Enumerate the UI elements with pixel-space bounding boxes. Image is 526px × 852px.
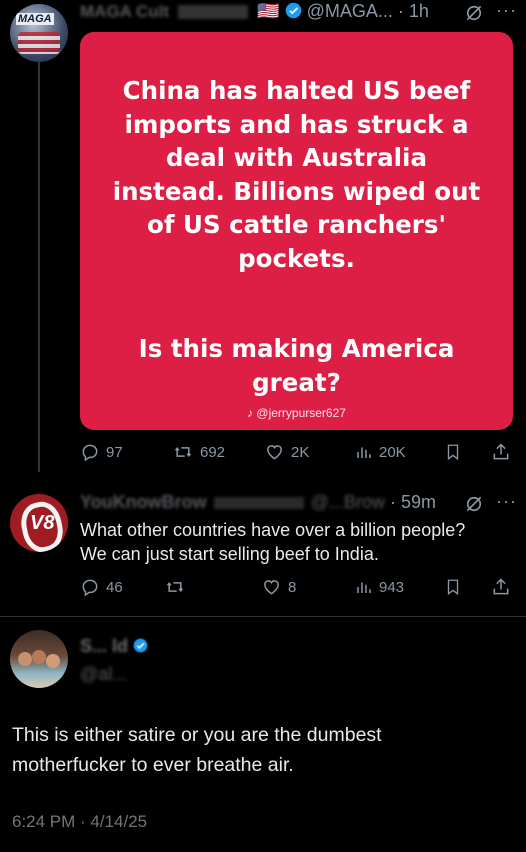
card-credit-handle: @jerrypurser627 [256, 406, 346, 420]
share-icon[interactable] [491, 577, 511, 597]
reply-count: 46 [106, 578, 123, 596]
views-count: 20K [379, 443, 406, 461]
like-button[interactable]: 8 [261, 577, 296, 597]
share-icon[interactable] [491, 442, 511, 462]
like-count: 2K [291, 443, 310, 461]
heart-icon [267, 445, 282, 460]
verified-badge-icon [133, 638, 148, 653]
reply-button[interactable]: 46 [80, 577, 123, 597]
thread-line [38, 62, 40, 472]
reply-icon [82, 579, 98, 597]
quote-line: This is either satire or you are the dum… [12, 724, 382, 746]
reply-icon [82, 444, 98, 462]
post-header: MAGA Cult 🇺🇸 @MAGA... · 1h [80, 1, 429, 22]
reply-header: YouKnowBrow @...Brow · 59m [80, 492, 436, 513]
reply-avatar[interactable]: V8 [10, 494, 68, 552]
views-icon [357, 582, 371, 593]
card-question: Is this making America great? [100, 332, 493, 399]
quote-header: S... ld [80, 636, 148, 657]
card-question-line: great? [252, 367, 341, 397]
reply-line: We can just start selling beef to India. [80, 544, 379, 564]
avatar-label: MAGA [16, 13, 54, 25]
card-main-text: China has halted US beef imports and has… [100, 74, 493, 275]
name-emoji-blur [178, 5, 249, 20]
card-line: imports and has struck a [124, 109, 469, 139]
flag-icon: 🇺🇸 [257, 1, 280, 21]
reply-time[interactable]: 59m [401, 492, 436, 512]
card-line: China has halted US beef [122, 76, 471, 105]
reply-display-name[interactable]: YouKnowBrow [80, 492, 207, 512]
timestamp[interactable]: 6:24 PM · 4/14/25 [12, 812, 147, 832]
card-line: pockets. [238, 243, 355, 273]
post-handle[interactable]: @MAGA... [307, 1, 393, 21]
post-actions: 97 692 2K 20K [80, 442, 520, 466]
heart-icon [264, 580, 279, 595]
reply-line: What other countries have over a billion… [80, 520, 466, 540]
repost-icon [166, 582, 184, 592]
tiktok-icon: ♪ [247, 406, 254, 420]
grok-icon[interactable] [464, 3, 484, 23]
card-question-line: Is this making America [138, 334, 455, 363]
avatar-person-shape [32, 650, 46, 664]
quote-text: This is either satire or you are the dum… [12, 720, 382, 780]
repost-button[interactable] [164, 577, 192, 597]
dot-separator: · [390, 492, 396, 512]
views-button[interactable]: 20K [355, 442, 406, 462]
post-time[interactable]: 1h [409, 1, 429, 21]
avatar-flag-stripes [18, 32, 60, 54]
quote-avatar[interactable] [10, 630, 68, 688]
image-card[interactable]: China has halted US beef imports and has… [80, 32, 513, 430]
repost-button[interactable]: 692 [172, 442, 225, 462]
quote-display-name[interactable]: S... ld [80, 636, 128, 656]
quote-handle[interactable]: @al... [80, 664, 127, 685]
reply-actions: 46 8 943 [80, 577, 520, 601]
card-line: of US cattle ranchers' [147, 210, 446, 239]
post-display-name[interactable]: MAGA Cult [80, 2, 169, 21]
verified-badge-icon [285, 2, 301, 19]
avatar-person-shape [18, 652, 32, 666]
views-count: 943 [379, 578, 405, 596]
grok-icon[interactable] [464, 494, 484, 514]
more-icon[interactable]: ··· [496, 0, 517, 21]
quote-line: motherfucker to ever breathe air. [12, 754, 294, 776]
reply-button[interactable]: 97 [80, 442, 123, 462]
repost-icon [174, 447, 192, 457]
dot-separator: · [397, 1, 404, 21]
bookmark-icon[interactable] [444, 442, 462, 462]
reply-handle[interactable]: @...Brow [311, 492, 385, 512]
views-icon [357, 447, 371, 458]
more-icon[interactable]: ··· [496, 491, 517, 512]
bookmark-icon[interactable] [444, 577, 462, 597]
card-line: instead. Billions wiped out [112, 176, 481, 206]
avatar-label: V8 [30, 512, 55, 534]
like-button[interactable]: 2K [264, 442, 309, 462]
avatar-person-shape [46, 654, 60, 668]
card-credit: ♪ @jerrypurser627 [80, 406, 513, 420]
card-line: deal with Australia [166, 143, 427, 172]
reply-count: 97 [106, 443, 123, 461]
divider [0, 616, 526, 617]
like-count: 8 [288, 578, 297, 596]
reply-name-blur [213, 497, 304, 510]
reply-text: What other countries have over a billion… [80, 518, 465, 566]
views-button[interactable]: 943 [355, 577, 404, 597]
maga-avatar[interactable]: MAGA [10, 4, 68, 62]
repost-count: 692 [200, 443, 226, 461]
